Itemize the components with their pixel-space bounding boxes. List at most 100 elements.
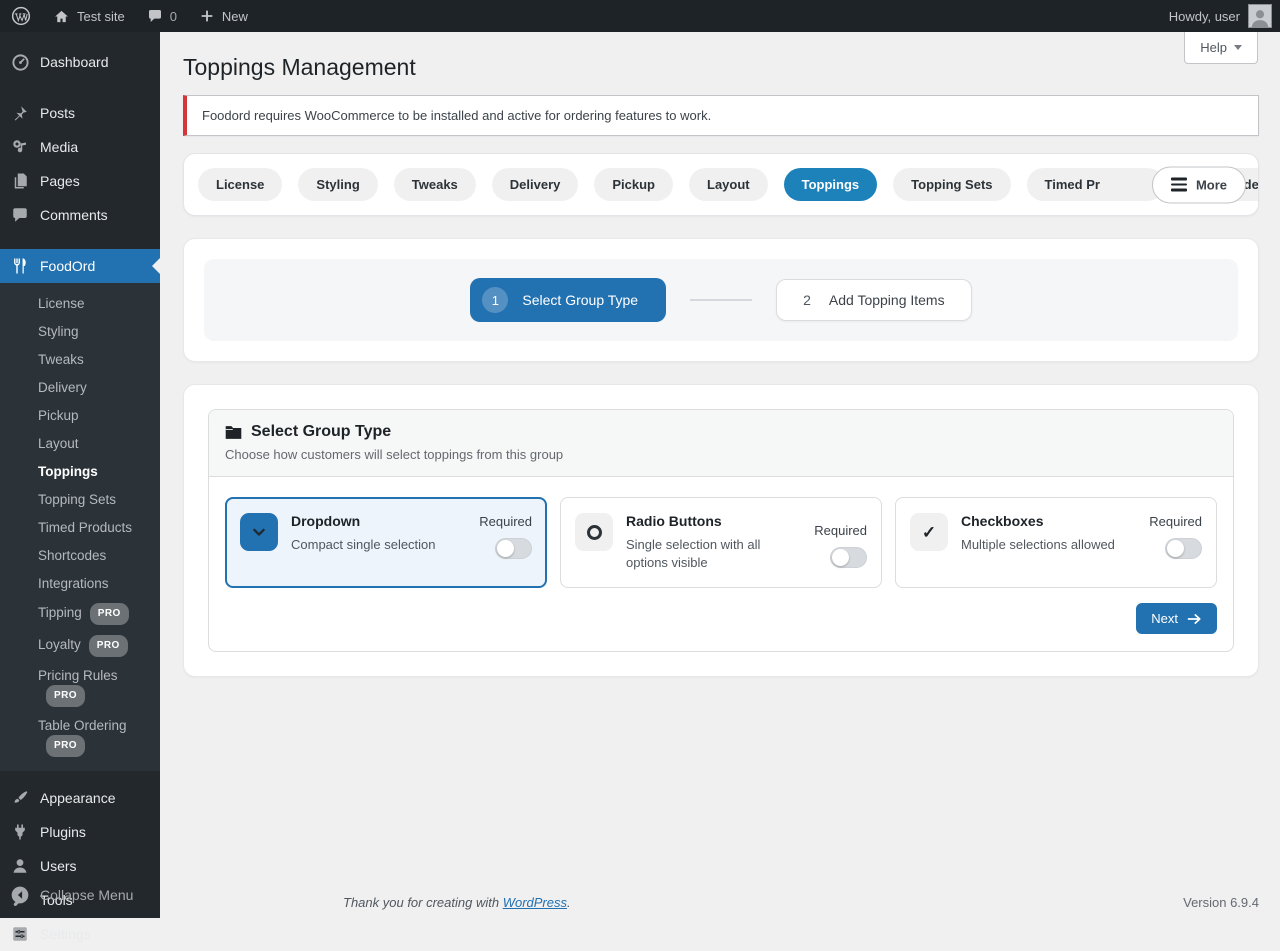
- sidebar-item-label: Media: [40, 139, 78, 155]
- required-toggle[interactable]: [1165, 538, 1202, 559]
- howdy-label[interactable]: Howdy, user: [1169, 9, 1240, 24]
- option-card-radio-buttons[interactable]: Radio Buttons Single selection with all …: [560, 497, 882, 588]
- avatar[interactable]: [1248, 4, 1272, 28]
- sliders-icon: [10, 924, 30, 944]
- step-connector: [690, 299, 752, 301]
- submenu-item-integrations[interactable]: Integrations: [0, 570, 160, 598]
- sidebar-item-label: FoodOrd: [40, 258, 95, 274]
- user-icon: [10, 856, 30, 876]
- tab-topping-sets[interactable]: Topping Sets: [893, 168, 1010, 201]
- arrow-right-icon: [1187, 613, 1202, 625]
- tab-delivery[interactable]: Delivery: [492, 168, 579, 201]
- woocommerce-notice: Foodord requires WooCommerce to be insta…: [183, 95, 1259, 136]
- submenu-item-delivery[interactable]: Delivery: [0, 374, 160, 402]
- folder-icon: [225, 425, 242, 440]
- collapse-menu-button[interactable]: Collapse Menu: [0, 878, 160, 912]
- pages-icon: [10, 171, 30, 191]
- submenu-item-license[interactable]: License: [0, 290, 160, 318]
- step-number: 2: [803, 292, 811, 308]
- sidebar-item-posts[interactable]: Posts: [0, 96, 160, 130]
- sidebar-item-dashboard[interactable]: Dashboard: [0, 45, 160, 79]
- group-type-subtitle: Choose how customers will select topping…: [225, 447, 1217, 462]
- submenu-item-timed-products[interactable]: Timed Products: [0, 514, 160, 542]
- new-label: New: [222, 9, 248, 24]
- step-number-badge: 1: [482, 287, 508, 313]
- option-title: Radio Buttons: [626, 513, 722, 529]
- tab-toppings[interactable]: Toppings: [784, 168, 878, 201]
- checkmark-icon: ✓: [910, 513, 948, 551]
- option-card-dropdown[interactable]: Dropdown Compact single selection Requir…: [225, 497, 547, 588]
- admin-bar-site-name[interactable]: Test site: [42, 0, 136, 32]
- required-label: Required: [814, 523, 867, 538]
- sidebar-item-label: Comments: [40, 207, 108, 223]
- chevron-down-icon: [1234, 45, 1242, 50]
- tab-styling[interactable]: Styling: [298, 168, 377, 201]
- submenu-item-toppings[interactable]: Toppings: [0, 458, 160, 486]
- collapse-arrow-icon: [10, 885, 30, 905]
- step-add-topping-items[interactable]: 2 Add Topping Items: [776, 279, 972, 321]
- required-label: Required: [1149, 514, 1202, 529]
- tab-license[interactable]: License: [198, 168, 282, 201]
- tab-layout[interactable]: Layout: [689, 168, 768, 201]
- sidebar-item-label: Users: [40, 858, 77, 874]
- admin-bar-new[interactable]: New: [188, 0, 259, 32]
- more-label: More: [1196, 177, 1227, 192]
- footer-thanks: Thank you for creating with WordPress.: [343, 895, 571, 910]
- step-select-group-type[interactable]: 1 Select Group Type: [470, 278, 666, 322]
- step-label: Select Group Type: [522, 292, 638, 308]
- page-title: Toppings Management: [183, 32, 1259, 82]
- submenu-item-shortcodes[interactable]: Shortcodes: [0, 542, 160, 570]
- submenu-item-loyalty[interactable]: LoyaltyPRO: [0, 630, 160, 662]
- admin-bar-comments[interactable]: 0: [136, 0, 188, 32]
- sidebar-item-label: Posts: [40, 105, 75, 121]
- hamburger-icon: [1171, 178, 1187, 192]
- required-toggle[interactable]: [495, 538, 532, 559]
- tab-tweaks[interactable]: Tweaks: [394, 168, 476, 201]
- sidebar-item-label: Appearance: [40, 790, 116, 806]
- submenu-item-table-ordering[interactable]: Table OrderingPRO: [0, 712, 160, 762]
- sidebar-item-plugins[interactable]: Plugins: [0, 815, 160, 849]
- help-button[interactable]: Help: [1184, 32, 1258, 64]
- option-card-checkboxes[interactable]: ✓ Checkboxes Multiple selections allowed…: [895, 497, 1217, 588]
- submenu-item-styling[interactable]: Styling: [0, 318, 160, 346]
- sidebar-item-label: Plugins: [40, 824, 86, 840]
- option-title: Checkboxes: [961, 513, 1043, 529]
- tab-pickup[interactable]: Pickup: [594, 168, 673, 201]
- brush-icon: [10, 788, 30, 808]
- sidebar-item-appearance[interactable]: Appearance: [0, 781, 160, 815]
- option-description: Multiple selections allowed: [961, 536, 1136, 554]
- sidebar-item-label: Dashboard: [40, 54, 109, 70]
- sidebar-item-label: Pages: [40, 173, 80, 189]
- sidebar-item-settings[interactable]: Settings: [0, 917, 160, 951]
- radio-icon: [575, 513, 613, 551]
- main-content: Help Toppings Management Foodord require…: [160, 32, 1280, 918]
- submenu-item-pricing-rules[interactable]: Pricing RulesPRO: [0, 662, 160, 712]
- chevron-down-icon: [240, 513, 278, 551]
- next-button[interactable]: Next: [1136, 603, 1217, 634]
- pro-badge: PRO: [90, 603, 129, 625]
- plug-icon: [10, 822, 30, 842]
- media-icon: [10, 137, 30, 157]
- sidebar-item-pages[interactable]: Pages: [0, 164, 160, 198]
- site-name-label: Test site: [77, 9, 125, 24]
- submenu-item-topping-sets[interactable]: Topping Sets: [0, 486, 160, 514]
- submenu-item-layout[interactable]: Layout: [0, 430, 160, 458]
- comment-bubble-icon: [147, 8, 163, 24]
- submenu-item-tweaks[interactable]: Tweaks: [0, 346, 160, 374]
- option-description: Single selection with all options visibl…: [626, 536, 801, 572]
- wordpress-logo-menu[interactable]: [0, 0, 42, 32]
- required-toggle[interactable]: [830, 547, 867, 568]
- group-type-header: Select Group Type Choose how customers w…: [209, 410, 1233, 477]
- footer-version: Version 6.9.4: [1183, 895, 1259, 910]
- more-tabs-button[interactable]: More: [1152, 166, 1246, 203]
- wordpress-link[interactable]: WordPress: [503, 895, 567, 910]
- sidebar-item-media[interactable]: Media: [0, 130, 160, 164]
- help-label: Help: [1200, 40, 1227, 55]
- next-label: Next: [1151, 611, 1178, 626]
- comment-icon: [10, 205, 30, 225]
- submenu-item-pickup[interactable]: Pickup: [0, 402, 160, 430]
- sidebar-item-foodord[interactable]: FoodOrd: [0, 249, 160, 283]
- cutlery-icon: [10, 256, 30, 276]
- submenu-item-tipping[interactable]: TippingPRO: [0, 598, 160, 630]
- sidebar-item-comments[interactable]: Comments: [0, 198, 160, 232]
